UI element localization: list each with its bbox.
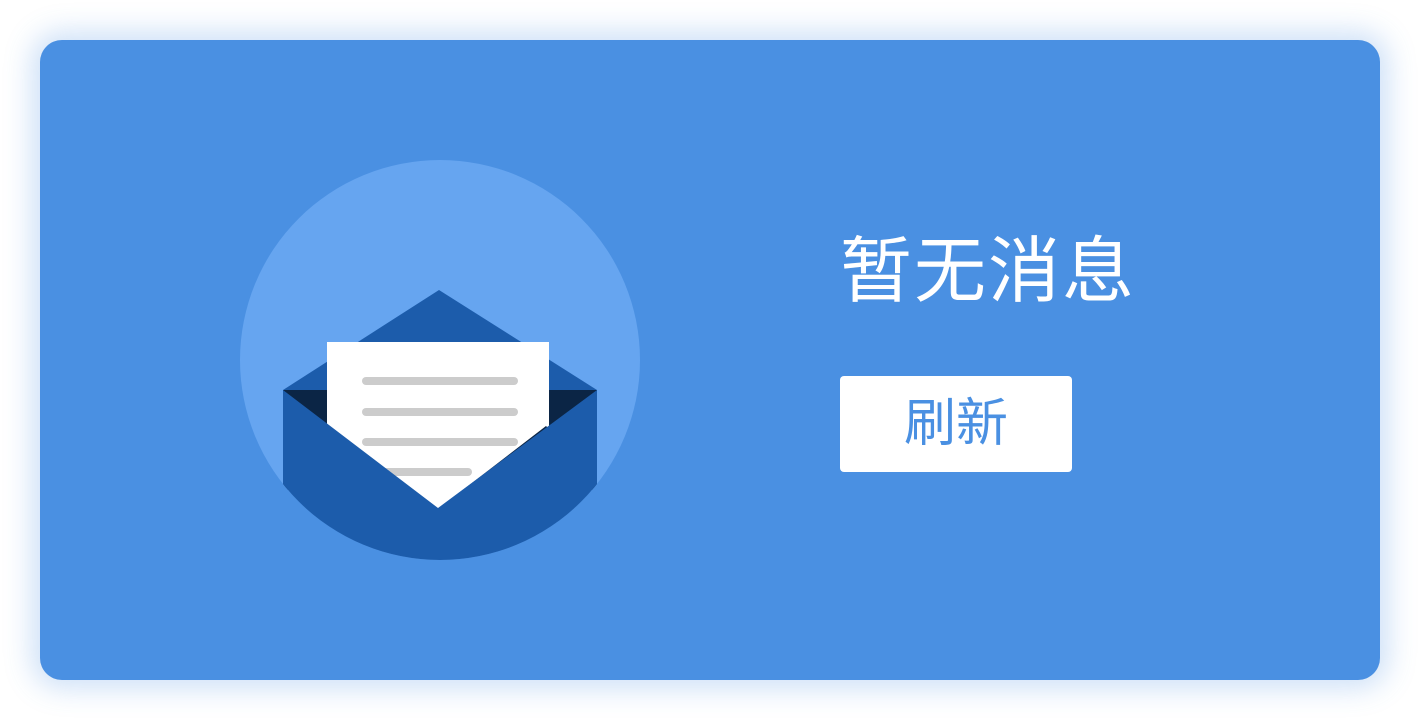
refresh-button[interactable]: 刷新 (840, 376, 1072, 472)
empty-inbox-illustration (240, 160, 640, 560)
open-envelope-with-letter-icon (240, 160, 640, 560)
letter-line (362, 408, 518, 416)
letter-line (362, 377, 518, 385)
empty-message-title: 暂无消息 (840, 229, 1137, 313)
letter-line (362, 438, 518, 446)
empty-state-card: 暂无消息 刷新 (40, 40, 1380, 680)
